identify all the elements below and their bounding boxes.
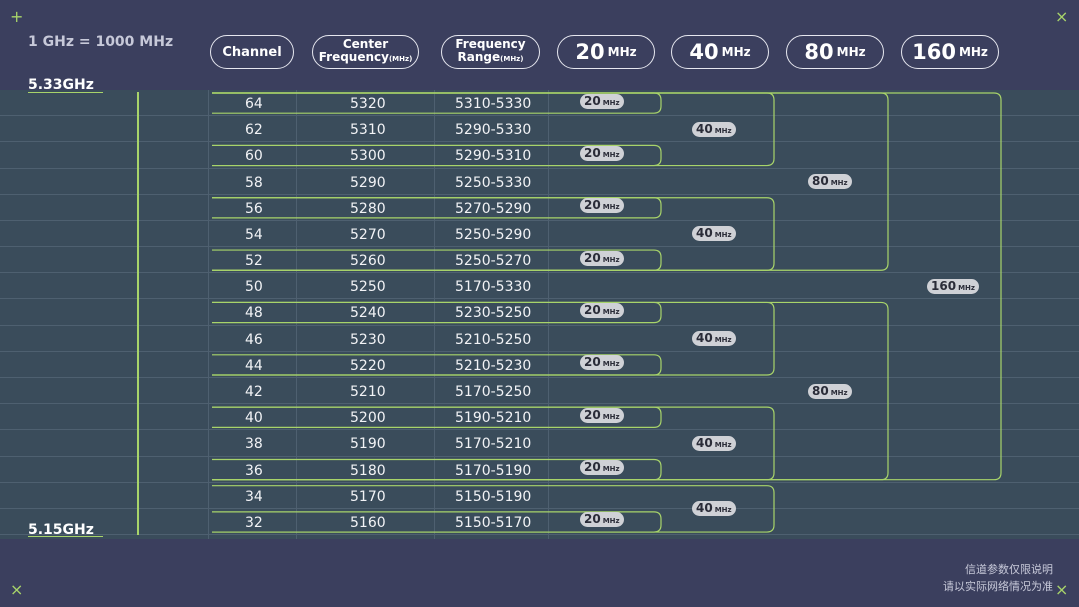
badge-20mhz: 20 MHz xyxy=(580,145,624,161)
disclaimer: 信道参数仅限说明 请以实际网络情况为准 xyxy=(943,563,1053,593)
badge-20mhz-value: 20 xyxy=(584,93,601,108)
badge-40mhz-unit: MHz xyxy=(714,336,732,345)
badge-80mhz-unit: MHz xyxy=(830,179,848,188)
badge-40mhz: 40 MHz xyxy=(692,501,736,517)
badge-20mhz: 20 MHz xyxy=(580,460,624,476)
badge-160mhz-value: 160 xyxy=(931,278,957,293)
badge-40mhz-unit: MHz xyxy=(714,231,732,240)
bracket-40mhz xyxy=(212,197,775,271)
badge-20mhz-value: 20 xyxy=(584,303,601,318)
badge-20mhz-unit: MHz xyxy=(602,98,620,107)
badge-40mhz: 40 MHz xyxy=(692,121,736,137)
badge-20mhz-value: 20 xyxy=(584,407,601,422)
badge-20mhz: 20 MHz xyxy=(580,198,624,214)
badge-20mhz-value: 20 xyxy=(584,512,601,527)
badge-20mhz-unit: MHz xyxy=(602,255,620,264)
badge-80mhz-value: 80 xyxy=(812,174,829,189)
badge-20mhz-value: 20 xyxy=(584,198,601,213)
badge-40mhz: 40 MHz xyxy=(692,435,736,451)
badge-20mhz-unit: MHz xyxy=(602,517,620,526)
badge-40mhz-value: 40 xyxy=(696,435,713,450)
badge-20mhz-unit: MHz xyxy=(602,360,620,369)
badge-20mhz: 20 MHz xyxy=(580,250,624,266)
badge-20mhz-unit: MHz xyxy=(602,465,620,474)
bracket-40mhz xyxy=(212,301,775,376)
badge-80mhz: 80 MHz xyxy=(808,174,852,190)
badge-160mhz-unit: MHz xyxy=(958,283,975,292)
badge-40mhz-unit: MHz xyxy=(714,440,732,449)
bracket-80mhz xyxy=(212,92,889,271)
badge-40mhz-value: 40 xyxy=(696,331,713,346)
badge-80mhz-value: 80 xyxy=(812,383,829,398)
badge-40mhz-value: 40 xyxy=(696,501,713,516)
badge-20mhz-value: 20 xyxy=(584,250,601,265)
bracket-40mhz xyxy=(212,406,775,481)
badge-20mhz-unit: MHz xyxy=(602,203,620,212)
badge-20mhz-unit: MHz xyxy=(602,412,620,421)
badge-20mhz: 20 MHz xyxy=(580,407,624,423)
bracket-80mhz xyxy=(212,301,889,481)
badge-20mhz: 20 MHz xyxy=(580,355,624,371)
badge-40mhz: 40 MHz xyxy=(692,226,736,242)
badge-20mhz-value: 20 xyxy=(584,145,601,160)
badge-20mhz-unit: MHz xyxy=(602,150,620,159)
bracket-40mhz xyxy=(212,92,775,167)
badge-80mhz-unit: MHz xyxy=(830,388,848,397)
bracket-40mhz xyxy=(212,485,775,533)
badge-20mhz-unit: MHz xyxy=(602,308,620,317)
channel-bonding-brackets xyxy=(212,92,1002,533)
badge-20mhz: 20 MHz xyxy=(580,303,624,319)
badge-80mhz: 80 MHz xyxy=(808,383,852,399)
badge-40mhz: 40 MHz xyxy=(692,331,736,347)
badge-40mhz-value: 40 xyxy=(696,121,713,136)
badge-20mhz-value: 20 xyxy=(584,355,601,370)
badge-20mhz: 20 MHz xyxy=(580,512,624,528)
badge-20mhz: 20 MHz xyxy=(580,93,624,109)
badge-20mhz-value: 20 xyxy=(584,460,601,475)
badge-160mhz: 160 MHz xyxy=(927,278,979,294)
badge-40mhz-unit: MHz xyxy=(714,506,732,515)
badge-40mhz-value: 40 xyxy=(696,226,713,241)
badge-40mhz-unit: MHz xyxy=(714,126,732,135)
